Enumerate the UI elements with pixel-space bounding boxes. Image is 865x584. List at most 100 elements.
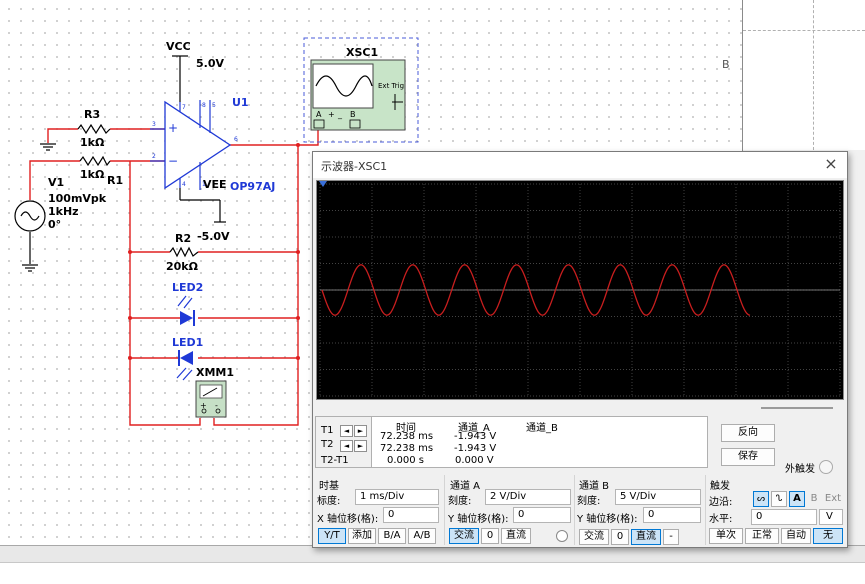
v1-amplitude: 100mVpk — [48, 192, 107, 205]
channel-a-scale-field[interactable]: 2 V/Div — [485, 489, 571, 505]
x-position-label: X 轴位移(格): — [317, 514, 379, 525]
channel-a-ypos-field[interactable]: 0 — [513, 507, 571, 523]
channel-a-zero-button[interactable]: 0 — [481, 528, 499, 544]
channel-a-scale-label: 刻度: — [448, 496, 472, 507]
r1-name: R1 — [107, 174, 123, 187]
channel-b-ac-button[interactable]: 交流 — [579, 529, 609, 545]
mode-ba-button[interactable]: B/A — [378, 528, 406, 544]
trigger-source-b-button[interactable]: B — [807, 491, 821, 507]
pin-label: 5 — [212, 102, 216, 109]
channel-b-scale-label: 刻度: — [577, 496, 601, 507]
channel-b-dc-button[interactable]: 直流 — [631, 529, 661, 545]
waveform-display — [319, 181, 841, 397]
splitter-handle[interactable] — [761, 407, 833, 409]
pin-label: 4 — [182, 181, 186, 188]
ext-trigger-radio[interactable] — [819, 460, 833, 474]
ac-source-v1[interactable] — [14, 200, 46, 232]
t2-t1-channel-a: 0.000 V — [455, 455, 494, 466]
scope-a-plus: + — [328, 110, 335, 119]
vee-value: -5.0V — [197, 230, 230, 243]
led1-symbol[interactable] — [176, 350, 193, 381]
trigger-source-a-button[interactable]: A — [789, 491, 805, 507]
t2-right-arrow-icon[interactable]: ► — [354, 440, 367, 452]
save-button[interactable]: 保存 — [721, 448, 775, 466]
trigger-edge-label: 边沿: — [709, 497, 733, 508]
channel-a-dc-button[interactable]: 直流 — [501, 528, 531, 544]
led2-label: LED2 — [172, 281, 203, 294]
scope-b-label: B — [350, 110, 356, 119]
pin-label: 7 — [182, 104, 186, 111]
mode-yt-button[interactable]: Y/T — [318, 528, 346, 544]
resistor-r2 — [169, 246, 199, 258]
multimeter-xmm1[interactable] — [195, 380, 227, 418]
xmm-plus-label: + — [200, 401, 207, 410]
svg-text:−: − — [168, 154, 178, 168]
t2-channel-a: -1.943 V — [454, 443, 497, 454]
oscilloscope-window[interactable]: 示波器-XSC1 × T1 T2 T2-T1 ◄ ► ◄ ► 时间 通道_A 通… — [312, 151, 848, 548]
led2-symbol[interactable] — [177, 295, 195, 326]
edge-rising-button[interactable]: ᔕ — [753, 491, 769, 507]
t2-left-arrow-icon[interactable]: ◄ — [340, 440, 353, 452]
edge-falling-button[interactable]: ᔐ — [771, 491, 787, 507]
mode-ab-button[interactable]: A/B — [408, 528, 436, 544]
xmm-minus-label: - — [215, 401, 218, 410]
led1-label: LED1 — [172, 336, 203, 349]
t2-label: T2 — [321, 439, 334, 450]
scope-titlebar[interactable]: 示波器-XSC1 × — [313, 152, 847, 178]
trigger-normal-button[interactable]: 正常 — [745, 528, 779, 544]
channel-a-ypos-label: Y 轴位移(格): — [448, 514, 509, 525]
v1-frequency: 1kHz — [48, 205, 79, 218]
reverse-button[interactable]: 反向 — [721, 424, 775, 442]
t2-t1-time: 0.000 s — [387, 455, 425, 466]
t1-time: 72.238 ms — [380, 431, 434, 442]
t1-channel-a: -1.943 V — [454, 431, 497, 442]
timebase-scale-label: 标度: — [317, 496, 341, 507]
pin-label: 6 — [234, 136, 238, 143]
r3-name: R3 — [84, 108, 100, 121]
resistor-r1 — [79, 155, 111, 167]
trigger-none-button[interactable]: 无 — [813, 528, 843, 544]
trigger-title: 触发 — [710, 481, 730, 492]
close-icon[interactable]: × — [821, 154, 841, 174]
svg-text:+: + — [168, 121, 178, 135]
status-bar — [0, 562, 865, 584]
trigger-level-unit[interactable]: V — [819, 509, 843, 525]
scope-screen[interactable] — [316, 180, 844, 400]
timebase-scale-field[interactable]: 1 ms/Div — [355, 489, 439, 505]
xmm1-label: XMM1 — [196, 366, 234, 379]
r2-name: R2 — [175, 232, 191, 245]
scope-a-label: A — [316, 110, 322, 119]
trigger-source-ext-button[interactable]: Ext — [823, 491, 843, 507]
mode-add-button[interactable]: 添加 — [348, 528, 376, 544]
border-zone-letter: B — [722, 58, 730, 71]
resistor-r3 — [77, 123, 111, 135]
channel-a-ac-button[interactable]: 交流 — [449, 528, 479, 544]
opamp-u1[interactable]: + − — [150, 100, 232, 190]
u1-model: OP97AJ — [230, 180, 275, 193]
channel-b-ypos-field[interactable]: 0 — [643, 507, 701, 523]
channel-a-radio-icon[interactable] — [556, 530, 568, 542]
t1-right-arrow-icon[interactable]: ► — [354, 425, 367, 437]
vcc-label: VCC — [166, 40, 191, 53]
xsc1-label: XSC1 — [346, 46, 378, 59]
trigger-single-button[interactable]: 单次 — [709, 528, 743, 544]
channel-b-title: 通道 B — [579, 481, 610, 492]
pin-label: 2 — [152, 153, 156, 160]
t2-t1-label: T2-T1 — [321, 455, 349, 466]
channel-b-invert-button[interactable]: - — [663, 529, 679, 545]
trigger-level-field[interactable]: 0 — [751, 509, 817, 525]
r3-value: 1kΩ — [80, 136, 105, 149]
x-position-field[interactable]: 0 — [383, 507, 439, 523]
channel-b-zero-button[interactable]: 0 — [611, 529, 629, 545]
trigger-level-label: 水平: — [709, 514, 733, 525]
r1-value: 1kΩ — [80, 168, 105, 181]
ext-trigger-label: 外触发 — [785, 464, 815, 475]
trigger-auto-button[interactable]: 自动 — [781, 528, 811, 544]
channel-b-scale-field[interactable]: 5 V/Div — [615, 489, 701, 505]
channel-a-title: 通道 A — [450, 481, 481, 492]
vee-label: VEE — [203, 178, 227, 191]
v1-name: V1 — [48, 176, 64, 189]
t1-left-arrow-icon[interactable]: ◄ — [340, 425, 353, 437]
t2-time: 72.238 ms — [380, 443, 434, 454]
v1-phase: 0° — [48, 218, 61, 231]
